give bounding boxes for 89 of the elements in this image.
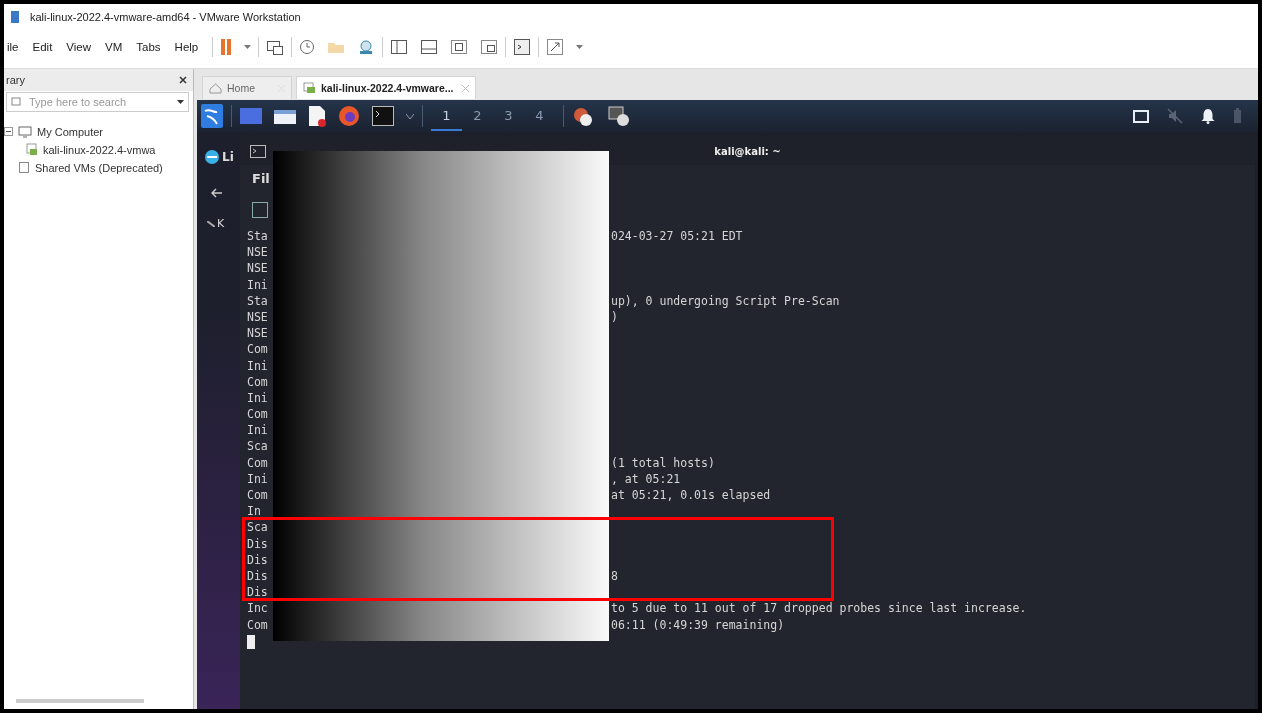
pause-icon[interactable] xyxy=(220,38,233,56)
desktop-icon[interactable] xyxy=(240,107,262,125)
menu-item[interactable]: View xyxy=(59,41,99,53)
terminal-text: Com xyxy=(247,616,269,633)
menu-item[interactable]: Fil xyxy=(252,170,270,186)
stretch-icon[interactable] xyxy=(546,38,565,56)
workspace-button[interactable]: 1 xyxy=(431,101,462,131)
panel-title: rary xyxy=(6,74,25,86)
terminal-text: Dis xyxy=(247,535,269,552)
unity-icon[interactable] xyxy=(480,39,499,55)
terminal-text: In xyxy=(247,503,262,520)
terminal-text: Com xyxy=(247,454,269,471)
terminal-text: NSE xyxy=(247,244,269,261)
terminal-text: Ini xyxy=(247,357,269,374)
menu-item[interactable]: Edit xyxy=(25,41,60,53)
terminal-text: Ini xyxy=(247,276,269,293)
terminal-text: at 05:21, 0.01s elapsed xyxy=(611,487,771,504)
speaker-muted-icon[interactable] xyxy=(1167,108,1183,124)
terminal-text: Com xyxy=(247,487,269,504)
terminal-text: Inc xyxy=(247,600,269,617)
scrollbar[interactable] xyxy=(16,699,144,703)
terminal-text: Dis xyxy=(247,551,269,568)
app-label[interactable]: Li xyxy=(222,150,234,164)
back-arrow-icon[interactable] xyxy=(211,188,223,198)
terminal-text: up), 0 undergoing Script Pre-Scan xyxy=(611,292,840,309)
close-icon[interactable] xyxy=(179,76,187,84)
terminal-text: , at 05:21 xyxy=(611,470,681,487)
window-title: kali-linux-2022.4-vmware-amd64 - VMware Workstation xyxy=(30,11,301,23)
terminal-text: Sta xyxy=(247,292,269,309)
terminal-text: NSE xyxy=(247,308,269,326)
search-icon xyxy=(11,97,21,107)
tree-item[interactable]: Shared VMs (Deprecated) xyxy=(35,161,163,174)
workspace-button[interactable]: 3 xyxy=(493,101,524,131)
terminal-text: 8 xyxy=(611,567,618,585)
bell-icon[interactable] xyxy=(1201,108,1215,124)
terminal-text: Com xyxy=(247,406,269,423)
menu-item[interactable]: Tabs xyxy=(129,41,168,53)
terminal-text: Ini xyxy=(247,470,269,487)
terminal-text: Sca xyxy=(247,438,269,455)
globe-icon[interactable] xyxy=(205,150,219,164)
window-title: kali@kali: ~ xyxy=(714,145,781,157)
console-icon[interactable] xyxy=(513,38,532,56)
terminal-text: 024-03-27 05:21 EDT xyxy=(611,228,743,245)
menu-item[interactable]: ile xyxy=(4,41,26,53)
clock-icon[interactable] xyxy=(299,39,316,55)
app-icon[interactable] xyxy=(572,105,594,127)
caret-icon[interactable] xyxy=(177,100,184,104)
search-box[interactable]: Type here to search xyxy=(6,92,189,112)
app-icon xyxy=(10,10,20,24)
terminal-text: Com xyxy=(247,373,269,390)
vm-icon xyxy=(26,143,38,156)
app-label[interactable]: K xyxy=(217,217,225,230)
home-icon xyxy=(209,82,222,94)
panel-view-icon[interactable] xyxy=(420,39,439,55)
tab[interactable]: Home xyxy=(202,76,292,99)
window-icon[interactable] xyxy=(1133,109,1149,123)
terminal-text: to 5 due to 11 out of 17 dropped probes since last increase. xyxy=(611,600,1027,617)
computer-icon xyxy=(18,125,32,138)
terminal-text: Sta xyxy=(247,228,269,245)
text-editor-icon[interactable] xyxy=(308,105,326,127)
menu-item[interactable]: VM xyxy=(98,41,130,53)
collapse-icon[interactable] xyxy=(4,127,13,136)
shared-vm-icon xyxy=(18,161,30,174)
folder-icon[interactable] xyxy=(274,107,296,125)
terminal-text: Sca xyxy=(247,519,269,536)
dragon-logo-icon[interactable] xyxy=(201,104,223,128)
terminal-text: Com xyxy=(247,341,269,358)
workspace-button[interactable]: 2 xyxy=(462,101,493,131)
search-field[interactable]: Type here to search xyxy=(27,95,171,109)
fullscreen-icon[interactable] xyxy=(450,39,469,55)
tree-item[interactable]: kali-linux-2022.4-vmwa xyxy=(43,143,156,156)
terminal-text: Dis xyxy=(247,584,269,601)
menu-item[interactable]: Help xyxy=(167,41,206,53)
terminal-text: ) xyxy=(611,308,618,326)
terminal-text: 06:11 (0:49:39 remaining) xyxy=(611,616,785,633)
browser-icon[interactable] xyxy=(338,105,360,127)
terminal-text: NSE xyxy=(247,260,269,277)
vm-icon xyxy=(303,82,316,94)
tree-item[interactable]: My Computer xyxy=(37,125,104,138)
terminal-text: Ini xyxy=(247,422,269,439)
window-app-icon[interactable] xyxy=(608,105,630,127)
terminal-text: Dis xyxy=(247,567,269,585)
tab[interactable]: kali-linux-2022.4-vmware... xyxy=(296,76,476,99)
terminal-text: NSE xyxy=(247,325,269,342)
terminal-text: Ini xyxy=(247,389,269,407)
new-tab-icon[interactable] xyxy=(252,201,268,218)
sidebar-view-icon[interactable] xyxy=(390,39,409,55)
workspace-button[interactable]: 4 xyxy=(524,101,555,131)
terminal-text: (1 total hosts) xyxy=(611,454,715,471)
